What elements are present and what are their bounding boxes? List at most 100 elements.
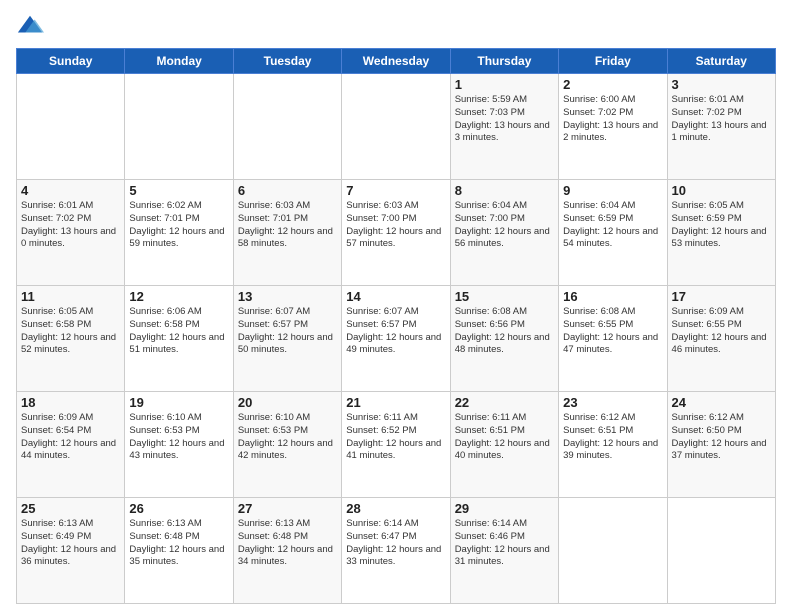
- cell-info: Sunrise: 6:10 AMSunset: 6:53 PMDaylight:…: [238, 412, 337, 463]
- cell-day-number: 22: [455, 395, 554, 410]
- calendar-cell: [233, 74, 341, 180]
- cell-info: Sunrise: 6:05 AMSunset: 6:59 PMDaylight:…: [672, 200, 771, 251]
- cell-info: Sunrise: 6:08 AMSunset: 6:55 PMDaylight:…: [563, 306, 662, 357]
- cell-info: Sunrise: 6:03 AMSunset: 7:00 PMDaylight:…: [346, 200, 445, 251]
- cell-info: Sunrise: 6:13 AMSunset: 6:49 PMDaylight:…: [21, 518, 120, 569]
- calendar-week-row: 4 Sunrise: 6:01 AMSunset: 7:02 PMDaylight…: [17, 180, 776, 286]
- cell-info: Sunrise: 5:59 AMSunset: 7:03 PMDaylight:…: [455, 94, 554, 145]
- calendar-week-row: 11 Sunrise: 6:05 AMSunset: 6:58 PMDayligh…: [17, 286, 776, 392]
- cell-day-number: 26: [129, 501, 228, 516]
- calendar-cell: 12 Sunrise: 6:06 AMSunset: 6:58 PMDayligh…: [125, 286, 233, 392]
- calendar-cell: 11 Sunrise: 6:05 AMSunset: 6:58 PMDayligh…: [17, 286, 125, 392]
- cell-day-number: 15: [455, 289, 554, 304]
- calendar-header-friday: Friday: [559, 49, 667, 74]
- calendar-cell: [667, 498, 775, 604]
- cell-info: Sunrise: 6:04 AMSunset: 6:59 PMDaylight:…: [563, 200, 662, 251]
- cell-day-number: 27: [238, 501, 337, 516]
- cell-day-number: 13: [238, 289, 337, 304]
- cell-info: Sunrise: 6:12 AMSunset: 6:50 PMDaylight:…: [672, 412, 771, 463]
- calendar-cell: 16 Sunrise: 6:08 AMSunset: 6:55 PMDayligh…: [559, 286, 667, 392]
- cell-info: Sunrise: 6:12 AMSunset: 6:51 PMDaylight:…: [563, 412, 662, 463]
- calendar-cell: 3 Sunrise: 6:01 AMSunset: 7:02 PMDaylight…: [667, 74, 775, 180]
- cell-info: Sunrise: 6:01 AMSunset: 7:02 PMDaylight:…: [672, 94, 771, 145]
- calendar-cell: 8Sunrise: 6:04 AMSunset: 7:00 PMDaylight…: [450, 180, 558, 286]
- calendar-header-saturday: Saturday: [667, 49, 775, 74]
- calendar-cell: 23 Sunrise: 6:12 AMSunset: 6:51 PMDayligh…: [559, 392, 667, 498]
- calendar-week-row: 18 Sunrise: 6:09 AMSunset: 6:54 PMDayligh…: [17, 392, 776, 498]
- calendar-cell: 7 Sunrise: 6:03 AMSunset: 7:00 PMDaylight…: [342, 180, 450, 286]
- cell-info: Sunrise: 6:05 AMSunset: 6:58 PMDaylight:…: [21, 306, 120, 357]
- cell-info: Sunrise: 6:08 AMSunset: 6:56 PMDaylight:…: [455, 306, 554, 357]
- cell-day-number: 9: [563, 183, 662, 198]
- cell-day-number: 29: [455, 501, 554, 516]
- cell-info: Sunrise: 6:04 AMSunset: 7:00 PMDaylight:…: [455, 200, 554, 251]
- calendar-cell: 2 Sunrise: 6:00 AMSunset: 7:02 PMDaylight…: [559, 74, 667, 180]
- cell-info: Sunrise: 6:11 AMSunset: 6:51 PMDaylight:…: [455, 412, 554, 463]
- calendar-header-thursday: Thursday: [450, 49, 558, 74]
- logo-icon: [16, 12, 44, 40]
- calendar-cell: 20 Sunrise: 6:10 AMSunset: 6:53 PMDayligh…: [233, 392, 341, 498]
- cell-info: Sunrise: 6:11 AMSunset: 6:52 PMDaylight:…: [346, 412, 445, 463]
- calendar-cell: [125, 74, 233, 180]
- cell-day-number: 11: [21, 289, 120, 304]
- calendar-cell: 17Sunrise: 6:09 AMSunset: 6:55 PMDayligh…: [667, 286, 775, 392]
- calendar-cell: 26 Sunrise: 6:13 AMSunset: 6:48 PMDayligh…: [125, 498, 233, 604]
- cell-info: Sunrise: 6:07 AMSunset: 6:57 PMDaylight:…: [238, 306, 337, 357]
- calendar-cell: 5 Sunrise: 6:02 AMSunset: 7:01 PMDaylight…: [125, 180, 233, 286]
- calendar-cell: [342, 74, 450, 180]
- calendar-cell: 29 Sunrise: 6:14 AMSunset: 6:46 PMDayligh…: [450, 498, 558, 604]
- cell-info: Sunrise: 6:09 AMSunset: 6:54 PMDaylight:…: [21, 412, 120, 463]
- calendar-cell: 14Sunrise: 6:07 AMSunset: 6:57 PMDayligh…: [342, 286, 450, 392]
- calendar-header-sunday: Sunday: [17, 49, 125, 74]
- cell-day-number: 4: [21, 183, 120, 198]
- calendar-cell: 28 Sunrise: 6:14 AMSunset: 6:47 PMDayligh…: [342, 498, 450, 604]
- logo: [16, 12, 48, 40]
- cell-day-number: 18: [21, 395, 120, 410]
- calendar-cell: [559, 498, 667, 604]
- cell-day-number: 24: [672, 395, 771, 410]
- cell-info: Sunrise: 6:01 AMSunset: 7:02 PMDaylight:…: [21, 200, 120, 251]
- cell-info: Sunrise: 6:09 AMSunset: 6:55 PMDaylight:…: [672, 306, 771, 357]
- cell-info: Sunrise: 6:07 AMSunset: 6:57 PMDaylight:…: [346, 306, 445, 357]
- page: SundayMondayTuesdayWednesdayThursdayFrid…: [0, 0, 792, 612]
- cell-day-number: 28: [346, 501, 445, 516]
- calendar-header-row: SundayMondayTuesdayWednesdayThursdayFrid…: [17, 49, 776, 74]
- cell-info: Sunrise: 6:02 AMSunset: 7:01 PMDaylight:…: [129, 200, 228, 251]
- calendar-cell: 1Sunrise: 5:59 AMSunset: 7:03 PMDaylight…: [450, 74, 558, 180]
- cell-day-number: 3: [672, 77, 771, 92]
- cell-day-number: 12: [129, 289, 228, 304]
- cell-day-number: 25: [21, 501, 120, 516]
- cell-day-number: 20: [238, 395, 337, 410]
- cell-day-number: 19: [129, 395, 228, 410]
- cell-info: Sunrise: 6:14 AMSunset: 6:47 PMDaylight:…: [346, 518, 445, 569]
- cell-day-number: 5: [129, 183, 228, 198]
- calendar-cell: 13 Sunrise: 6:07 AMSunset: 6:57 PMDayligh…: [233, 286, 341, 392]
- cell-day-number: 7: [346, 183, 445, 198]
- calendar-header-tuesday: Tuesday: [233, 49, 341, 74]
- cell-day-number: 2: [563, 77, 662, 92]
- cell-info: Sunrise: 6:14 AMSunset: 6:46 PMDaylight:…: [455, 518, 554, 569]
- cell-info: Sunrise: 6:13 AMSunset: 6:48 PMDaylight:…: [129, 518, 228, 569]
- calendar-header-monday: Monday: [125, 49, 233, 74]
- calendar-cell: 24 Sunrise: 6:12 AMSunset: 6:50 PMDayligh…: [667, 392, 775, 498]
- cell-info: Sunrise: 6:03 AMSunset: 7:01 PMDaylight:…: [238, 200, 337, 251]
- calendar-cell: 4 Sunrise: 6:01 AMSunset: 7:02 PMDaylight…: [17, 180, 125, 286]
- calendar-week-row: 25 Sunrise: 6:13 AMSunset: 6:49 PMDayligh…: [17, 498, 776, 604]
- calendar-cell: 15 Sunrise: 6:08 AMSunset: 6:56 PMDayligh…: [450, 286, 558, 392]
- cell-info: Sunrise: 6:06 AMSunset: 6:58 PMDaylight:…: [129, 306, 228, 357]
- calendar-cell: 10Sunrise: 6:05 AMSunset: 6:59 PMDayligh…: [667, 180, 775, 286]
- cell-day-number: 6: [238, 183, 337, 198]
- cell-day-number: 23: [563, 395, 662, 410]
- cell-info: Sunrise: 6:13 AMSunset: 6:48 PMDaylight:…: [238, 518, 337, 569]
- header: [16, 12, 776, 40]
- calendar-cell: [17, 74, 125, 180]
- calendar-cell: 25 Sunrise: 6:13 AMSunset: 6:49 PMDayligh…: [17, 498, 125, 604]
- calendar-cell: 18 Sunrise: 6:09 AMSunset: 6:54 PMDayligh…: [17, 392, 125, 498]
- cell-day-number: 16: [563, 289, 662, 304]
- cell-info: Sunrise: 6:00 AMSunset: 7:02 PMDaylight:…: [563, 94, 662, 145]
- cell-info: Sunrise: 6:10 AMSunset: 6:53 PMDaylight:…: [129, 412, 228, 463]
- calendar-cell: 21Sunrise: 6:11 AMSunset: 6:52 PMDayligh…: [342, 392, 450, 498]
- calendar-cell: 6 Sunrise: 6:03 AMSunset: 7:01 PMDaylight…: [233, 180, 341, 286]
- calendar-cell: 19 Sunrise: 6:10 AMSunset: 6:53 PMDayligh…: [125, 392, 233, 498]
- calendar-cell: 22 Sunrise: 6:11 AMSunset: 6:51 PMDayligh…: [450, 392, 558, 498]
